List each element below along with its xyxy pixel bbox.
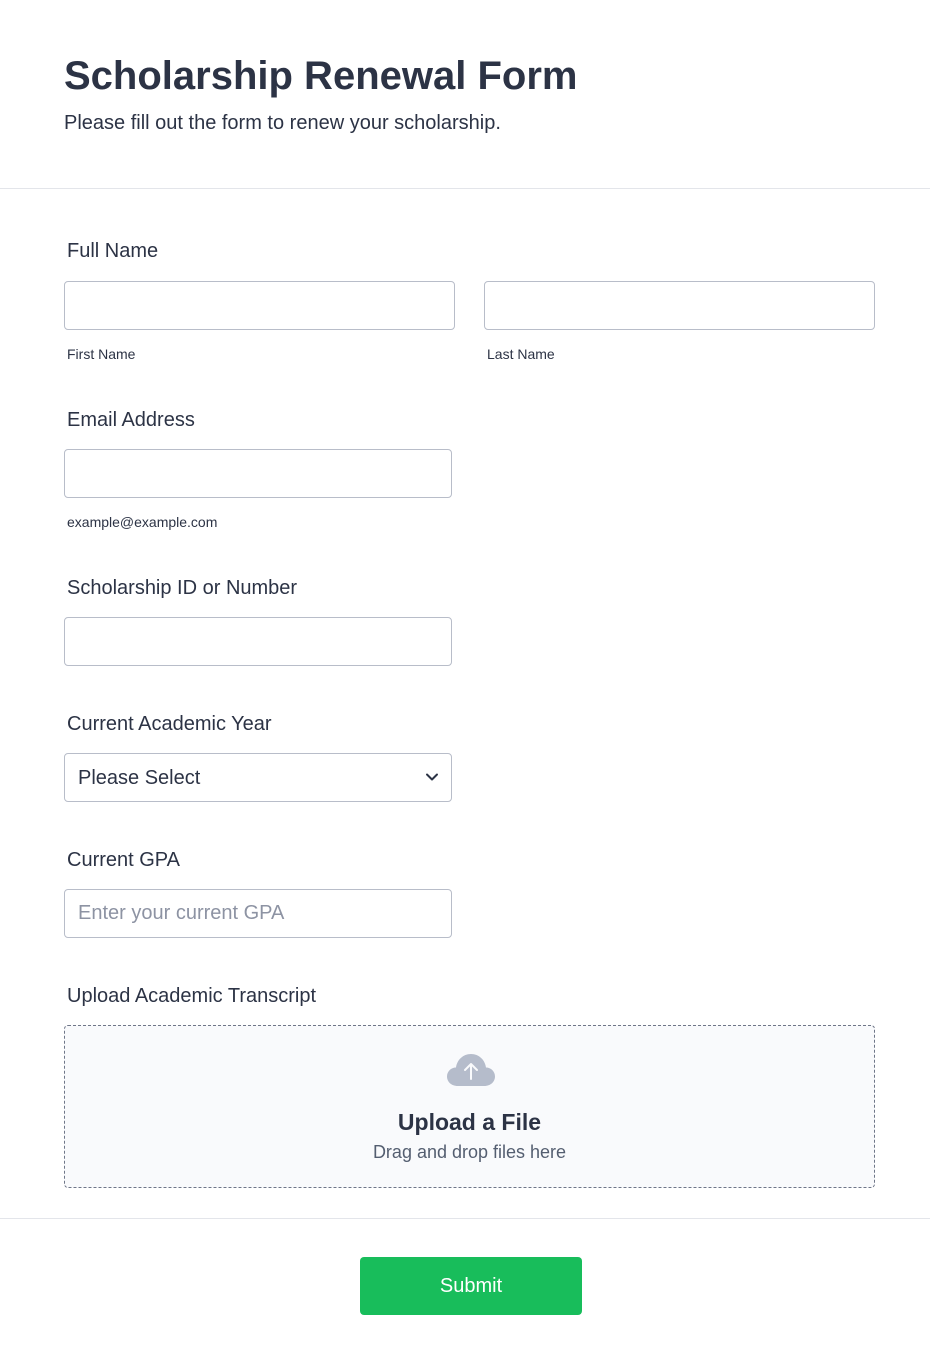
email-input[interactable] (64, 449, 452, 498)
first-name-sublabel: First Name (67, 346, 136, 362)
academic-year-label: Current Academic Year (67, 713, 272, 735)
form-header: Scholarship Renewal Form Please fill out… (0, 0, 930, 189)
scholarship-id-input[interactable] (64, 617, 452, 666)
academic-year-select[interactable]: Please Select (64, 753, 452, 802)
submit-button[interactable]: Submit (360, 1257, 582, 1315)
gpa-input[interactable] (64, 889, 452, 938)
last-name-input[interactable] (484, 281, 875, 330)
footer-divider (0, 1218, 930, 1219)
gpa-label: Current GPA (67, 849, 180, 871)
chevron-down-icon (426, 773, 438, 781)
email-label: Email Address (67, 409, 195, 431)
first-name-input[interactable] (64, 281, 455, 330)
transcript-label: Upload Academic Transcript (67, 985, 317, 1007)
scholarship-id-label: Scholarship ID or Number (67, 577, 298, 599)
full-name-label: Full Name (67, 240, 159, 262)
cloud-upload-icon (447, 1054, 495, 1086)
email-sublabel: example@example.com (67, 514, 218, 530)
page-subtitle: Please fill out the form to renew your s… (64, 112, 501, 134)
academic-year-selected-value: Please Select (78, 767, 201, 789)
last-name-sublabel: Last Name (487, 346, 555, 362)
upload-hint: Drag and drop files here (372, 1142, 567, 1162)
file-upload-dropzone[interactable]: Upload a File Drag and drop files here (64, 1025, 875, 1188)
upload-title: Upload a File (397, 1109, 542, 1135)
page-title: Scholarship Renewal Form (64, 54, 578, 98)
